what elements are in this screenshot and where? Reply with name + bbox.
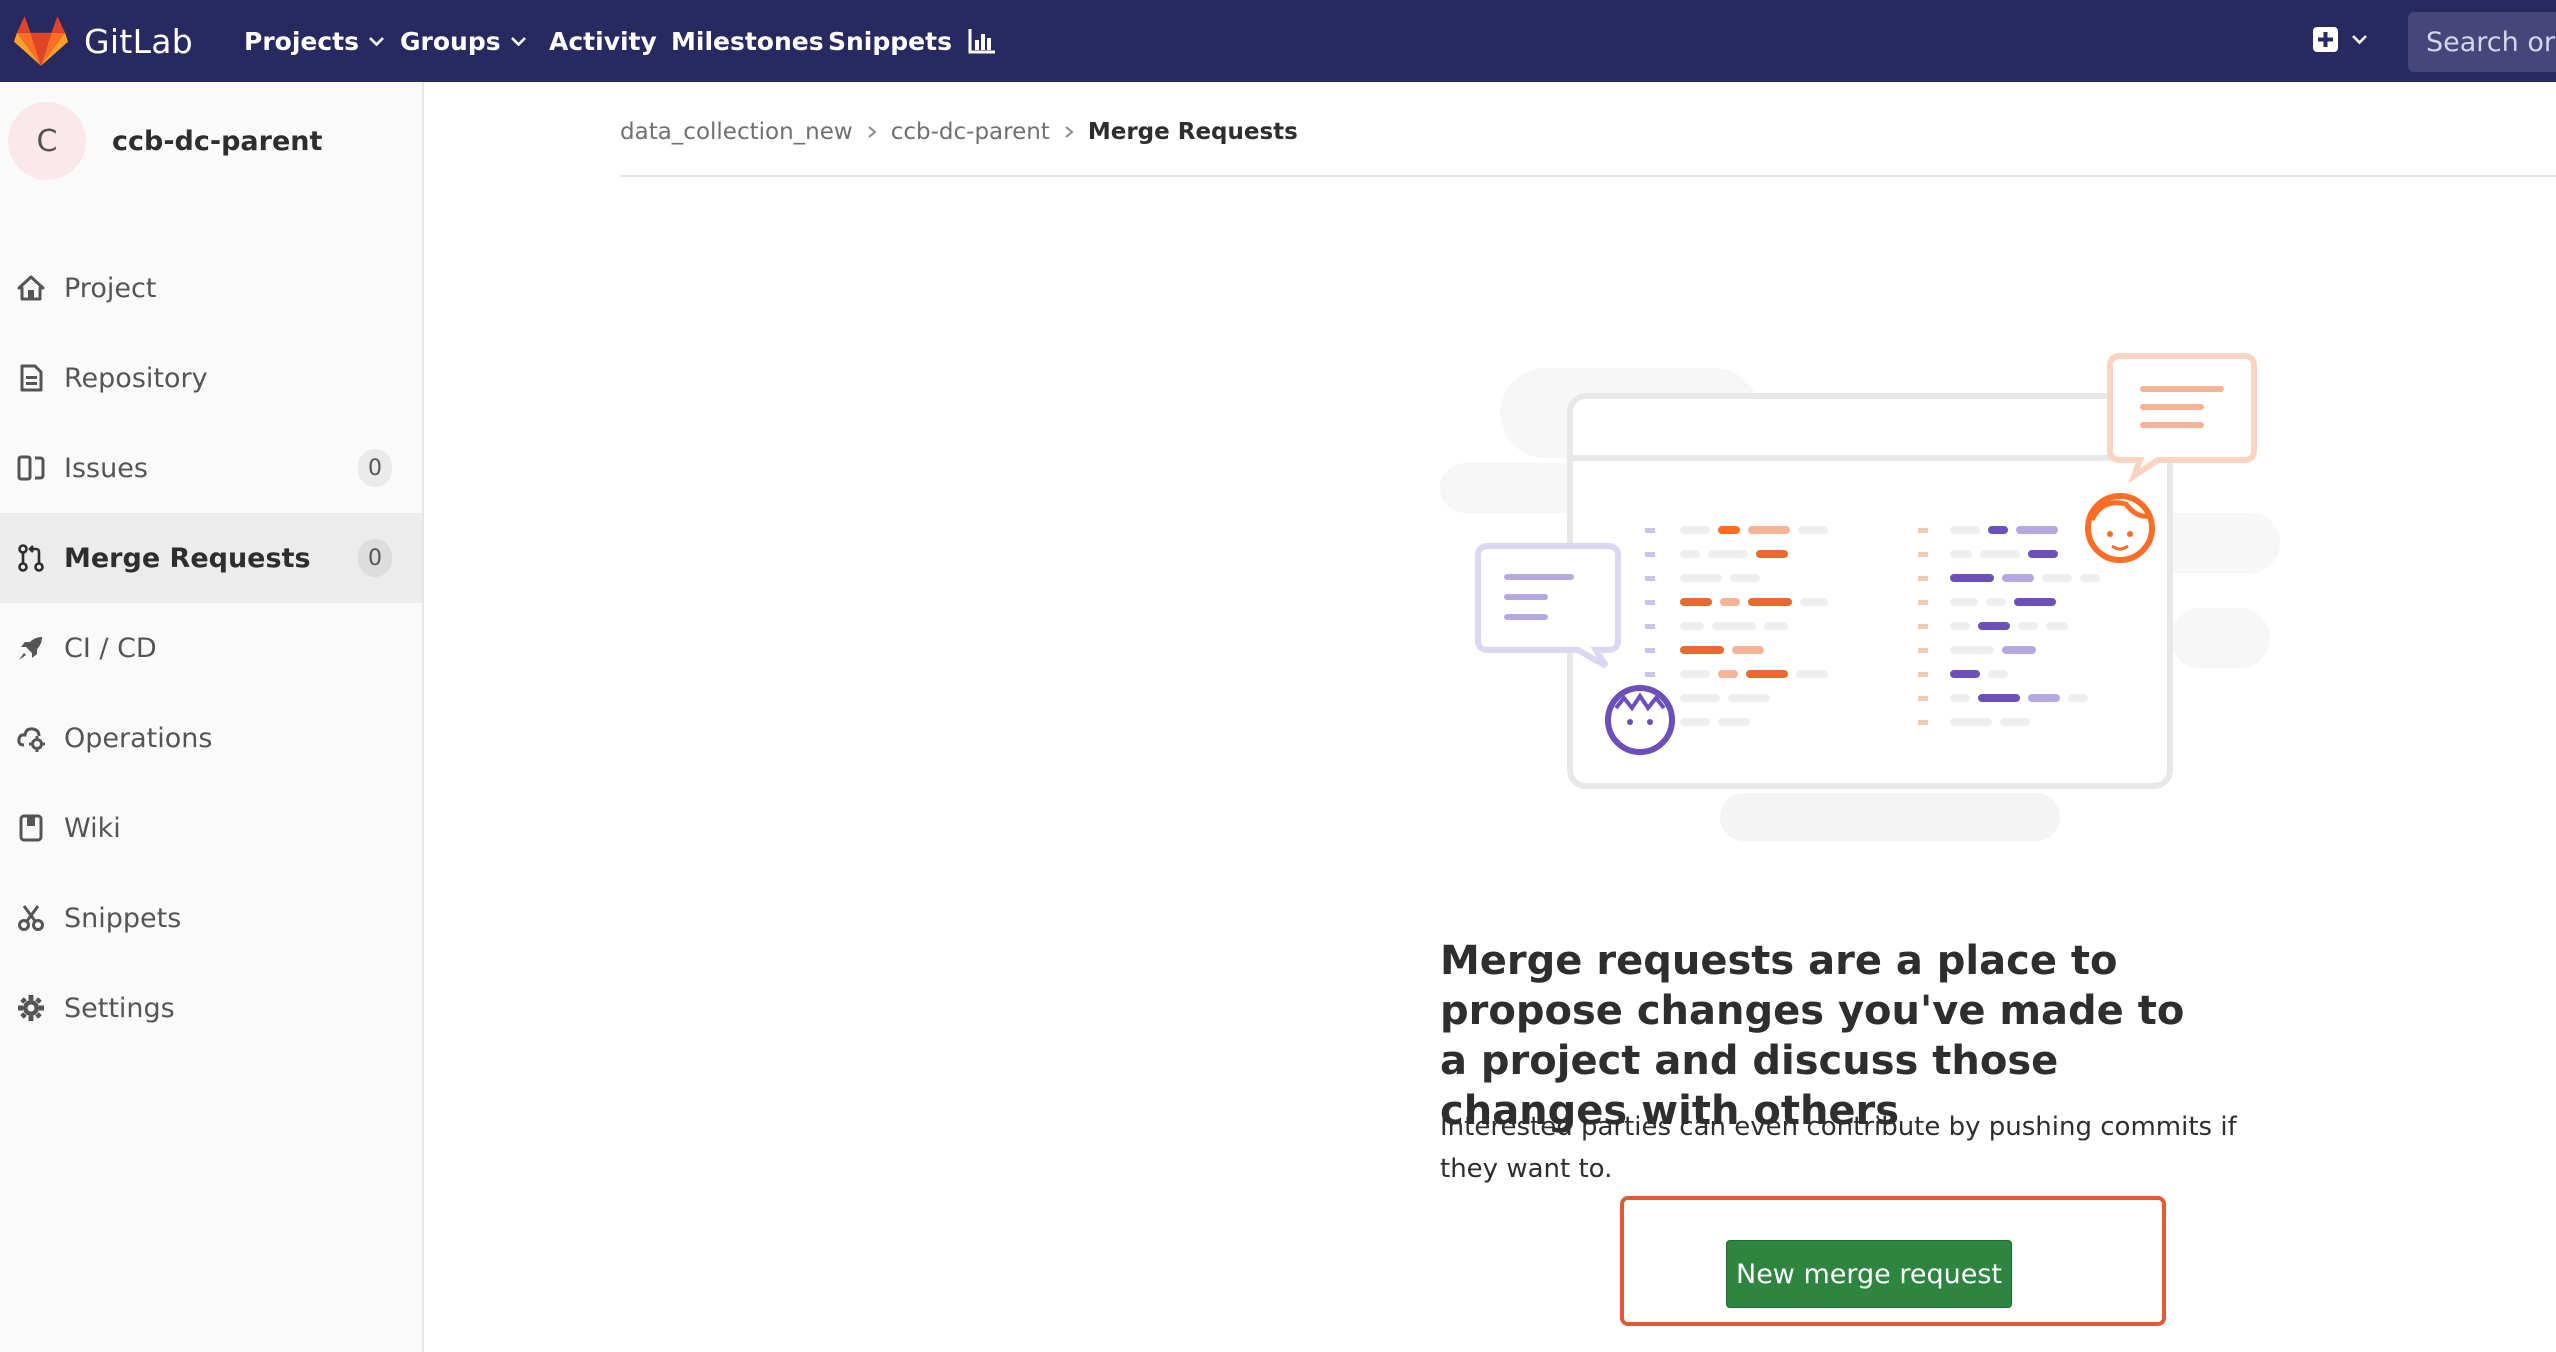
sidebar-project-header[interactable]: C ccb-dc-parent [8, 102, 322, 180]
new-merge-request-button[interactable]: New merge request [1726, 1240, 2012, 1308]
nav-chart-link[interactable] [968, 0, 996, 82]
sidebar-item-snippets[interactable]: Snippets [0, 873, 422, 963]
chevron-down-icon [2339, 34, 2368, 45]
project-name: ccb-dc-parent [112, 125, 323, 157]
sidebar-item-wiki[interactable]: Wiki [0, 783, 422, 873]
nav-groups[interactable]: Groups [400, 0, 527, 82]
brand-name: GitLab [84, 21, 194, 61]
new-item-dropdown[interactable] [2312, 26, 2368, 53]
rocket-icon [16, 633, 46, 663]
breadcrumb-divider [620, 175, 2556, 177]
chevron-right-icon [867, 125, 877, 139]
search-input[interactable] [2408, 12, 2556, 72]
issues-icon [16, 453, 46, 483]
chevron-down-icon [510, 36, 527, 47]
sidebar-item-repository[interactable]: Repository [0, 333, 422, 423]
nav-projects-label: Projects [244, 26, 360, 56]
nav-projects[interactable]: Projects [244, 0, 385, 82]
sidebar-item-operations[interactable]: Operations [0, 693, 422, 783]
sidebar-item-label: Merge Requests [64, 542, 311, 574]
merge-requests-empty-illustration [1440, 348, 2300, 858]
home-icon [16, 273, 46, 303]
sidebar-item-label: Settings [64, 992, 175, 1024]
document-icon [16, 363, 46, 393]
breadcrumb: data_collection_new ccb-dc-parent Merge … [620, 112, 1298, 152]
sidebar-item-label: Wiki [64, 812, 121, 844]
merge-request-icon [16, 543, 46, 573]
gear-icon [16, 993, 46, 1023]
sidebar-item-label: CI / CD [64, 632, 157, 664]
breadcrumb-group-link[interactable]: data_collection_new [620, 119, 853, 145]
nav-milestones[interactable]: Milestones [671, 0, 824, 82]
project-sidebar: C ccb-dc-parent Project Repository Issue… [0, 82, 424, 1352]
plus-square-icon [2312, 26, 2339, 53]
scissors-icon [16, 903, 46, 933]
book-icon [16, 813, 46, 843]
top-navbar: GitLab Projects Groups Activity Mileston… [0, 0, 2556, 82]
empty-state-description: Interested parties can even contribute b… [1440, 1112, 2237, 1184]
sidebar-item-ci-cd[interactable]: CI / CD [0, 603, 422, 693]
sidebar-item-label: Operations [64, 722, 213, 754]
sidebar-item-label: Snippets [64, 902, 182, 934]
project-avatar: C [8, 102, 86, 180]
sidebar-item-issues[interactable]: Issues 0 [0, 423, 422, 513]
gitlab-logo-icon [14, 16, 68, 66]
nav-groups-label: Groups [400, 26, 501, 56]
chart-icon [968, 28, 996, 54]
nav-activity[interactable]: Activity [549, 0, 657, 82]
issues-count-badge: 0 [358, 449, 392, 487]
nav-snippets[interactable]: Snippets [828, 0, 952, 82]
chevron-down-icon [368, 36, 385, 47]
sidebar-item-settings[interactable]: Settings [0, 963, 422, 1053]
sidebar-item-merge-requests[interactable]: Merge Requests 0 [0, 513, 422, 603]
sidebar-item-label: Issues [64, 452, 148, 484]
breadcrumb-project-link[interactable]: ccb-dc-parent [891, 119, 1050, 145]
cloud-gear-icon [16, 723, 46, 753]
merge-requests-count-badge: 0 [358, 539, 392, 577]
chevron-right-icon [1064, 125, 1074, 139]
sidebar-item-project[interactable]: Project [0, 243, 422, 333]
gitlab-home-link[interactable]: GitLab [14, 16, 193, 66]
breadcrumb-current: Merge Requests [1087, 119, 1298, 145]
sidebar-item-label: Project [64, 272, 157, 304]
sidebar-item-label: Repository [64, 362, 208, 394]
